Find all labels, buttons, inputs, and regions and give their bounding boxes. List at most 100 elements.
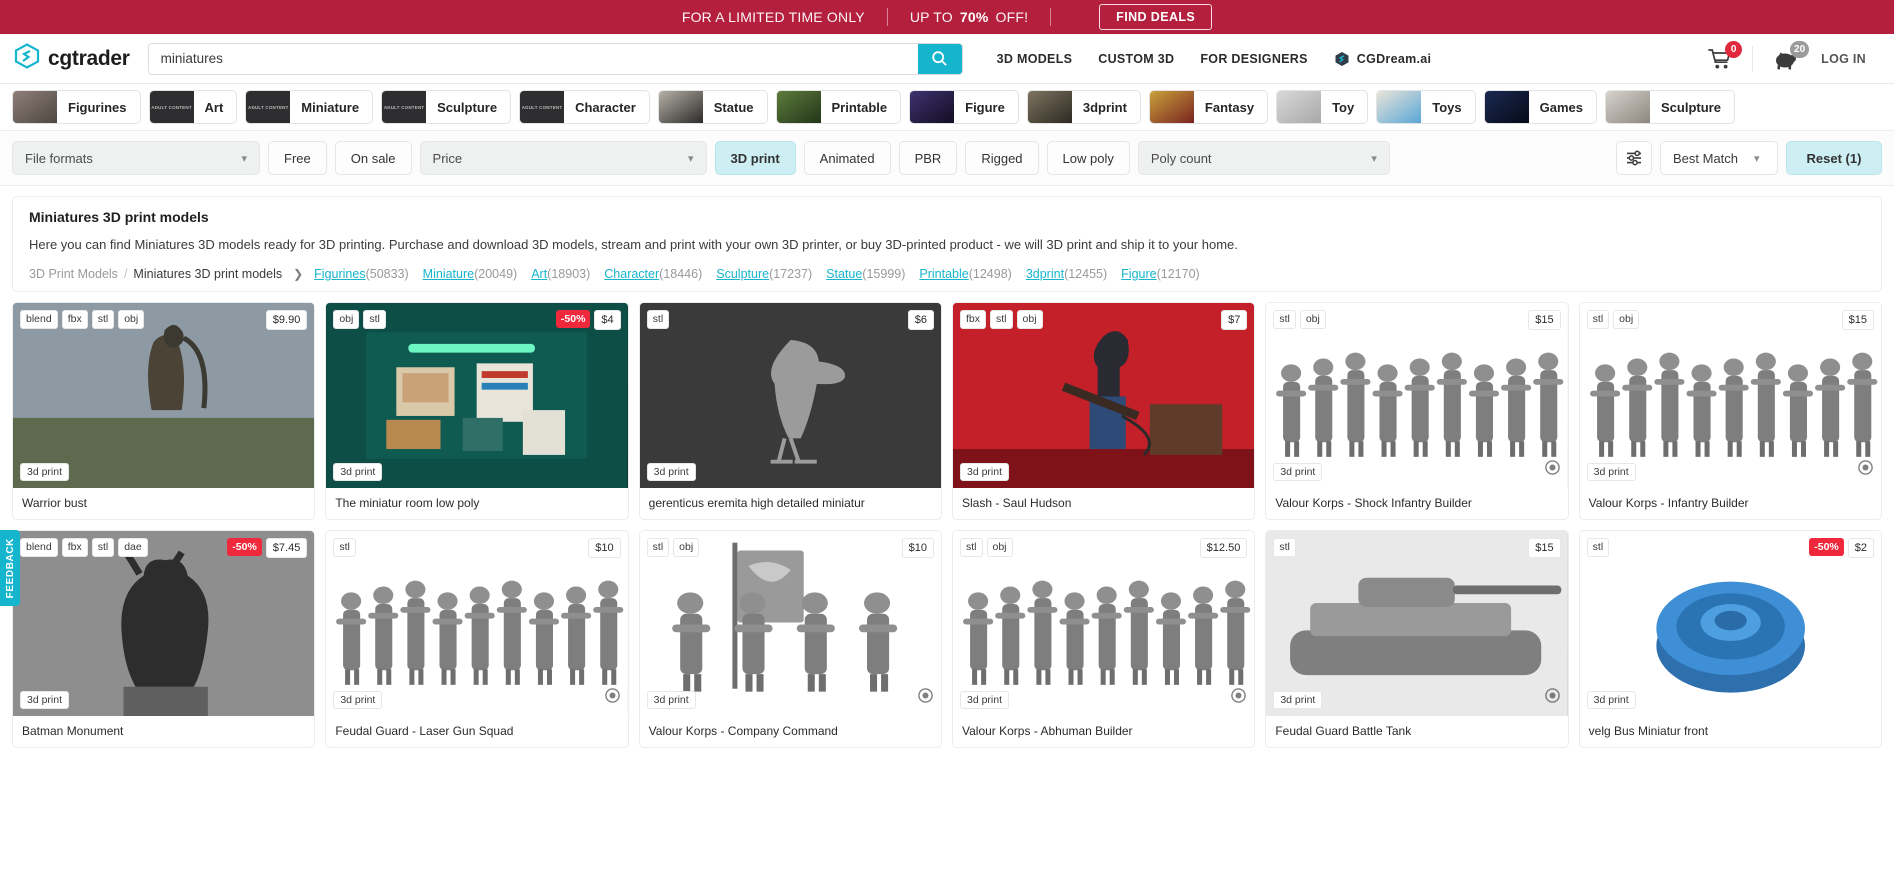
format-badge-group: stl (1273, 538, 1296, 557)
product-thumbnail[interactable]: stl$153d print (1266, 531, 1567, 716)
category-chip-label: Figure (954, 100, 1018, 115)
category-chip-games[interactable]: Games (1484, 90, 1597, 124)
filter-price[interactable]: Price ▾ (420, 141, 707, 175)
reset-filters-button[interactable]: Reset (1) (1786, 141, 1882, 175)
filter-free[interactable]: Free (268, 141, 327, 175)
nav-for-designers[interactable]: FOR DESIGNERS (1200, 52, 1307, 66)
cgtrader-logo[interactable]: cgtrader (14, 43, 130, 74)
product-card[interactable]: stl-50%$23d printvelg Bus Miniatur front (1579, 530, 1882, 748)
product-title[interactable]: Feudal Guard Battle Tank (1266, 716, 1567, 747)
product-card[interactable]: stlobj$153d printValour Korps - Infantry… (1579, 302, 1882, 520)
product-thumbnail[interactable]: fbxstlobj$73d print (953, 303, 1254, 488)
product-title[interactable]: Valour Korps - Shock Infantry Builder (1266, 488, 1567, 519)
related-tag-link[interactable]: Sculpture (716, 267, 769, 281)
cart-button[interactable]: 0 (1694, 48, 1746, 70)
category-chip-statue[interactable]: Statue (658, 90, 768, 124)
feedback-tab[interactable]: FEEDBACK (0, 530, 20, 606)
category-chip-sculpture[interactable]: ADULT CONTENTSculpture (381, 90, 511, 124)
nav-custom-3d[interactable]: CUSTOM 3D (1098, 52, 1174, 66)
filter-poly-count[interactable]: Poly count ▾ (1138, 141, 1390, 175)
search-input[interactable] (149, 44, 918, 74)
product-thumbnail[interactable]: stlobj$103d print (640, 531, 941, 716)
product-title[interactable]: Warrior bust (13, 488, 314, 519)
search-bar[interactable] (148, 43, 963, 75)
sort-select[interactable]: Best Match ▾ (1660, 141, 1778, 175)
nav-cgdream-ai[interactable]: CGDream.ai (1334, 51, 1432, 67)
category-chip-miniature[interactable]: ADULT CONTENTMiniature (245, 90, 373, 124)
product-thumbnail[interactable]: stl$63d print (640, 303, 941, 488)
related-tag-link[interactable]: Art (531, 267, 547, 281)
product-title[interactable]: gerenticus eremita high detailed miniatu… (640, 488, 941, 519)
product-thumbnail[interactable]: stlobj$12.503d print (953, 531, 1254, 716)
format-badge-group: blendfbxstldae (20, 538, 148, 557)
advanced-filters-button[interactable] (1616, 141, 1652, 175)
credits-button[interactable]: 20 (1759, 48, 1813, 70)
related-tag-link[interactable]: 3dprint (1026, 267, 1064, 281)
category-chip-3dprint[interactable]: 3dprint (1027, 90, 1141, 124)
product-title[interactable]: Valour Korps - Abhuman Builder (953, 716, 1254, 747)
product-title[interactable]: The miniatur room low poly (326, 488, 627, 519)
site-header: cgtrader 3D MODELS CUSTOM 3D FOR DESIGNE… (0, 34, 1894, 84)
related-tag-link[interactable]: Printable (919, 267, 968, 281)
product-card[interactable]: stlobj$153d printValour Korps - Shock In… (1265, 302, 1568, 520)
category-chip-printable[interactable]: Printable (776, 90, 902, 124)
format-badge: stl (647, 538, 670, 557)
related-tag-link[interactable]: Miniature (423, 267, 474, 281)
product-title[interactable]: Valour Korps - Infantry Builder (1580, 488, 1881, 519)
category-chip-sculpture[interactable]: Sculpture (1605, 90, 1735, 124)
breadcrumb-root[interactable]: 3D Print Models (29, 267, 118, 281)
nav-3d-models[interactable]: 3D MODELS (997, 52, 1073, 66)
related-tag-link[interactable]: Character (604, 267, 659, 281)
product-thumbnail[interactable]: blendfbxstlobj$9.903d print (13, 303, 314, 488)
price-group: $15 (1528, 538, 1560, 558)
product-card[interactable]: stlobj$103d printValour Korps - Company … (639, 530, 942, 748)
category-chip-art[interactable]: ADULT CONTENTArt (149, 90, 238, 124)
category-chip-figure[interactable]: Figure (909, 90, 1019, 124)
category-chip-row[interactable]: FigurinesADULT CONTENTArtADULT CONTENTMi… (0, 84, 1894, 130)
category-chip-toys[interactable]: Toys (1376, 90, 1475, 124)
product-card[interactable]: blendfbxstldae-50%$7.453d printBatman Mo… (12, 530, 315, 748)
category-chip-figurines[interactable]: Figurines (12, 90, 141, 124)
product-card[interactable]: blendfbxstlobj$9.903d printWarrior bust (12, 302, 315, 520)
find-deals-button[interactable]: FIND DEALS (1099, 4, 1212, 30)
product-card[interactable]: stlobj$12.503d printValour Korps - Abhum… (952, 530, 1255, 748)
product-card[interactable]: objstl-50%$43d printThe miniatur room lo… (325, 302, 628, 520)
category-chip-toy[interactable]: Toy (1276, 90, 1368, 124)
product-thumbnail[interactable]: stlobj$153d print (1580, 303, 1881, 488)
filter-on-sale[interactable]: On sale (335, 141, 412, 175)
product-title[interactable]: velg Bus Miniatur front (1580, 716, 1881, 747)
filter-low-poly[interactable]: Low poly (1047, 141, 1130, 175)
category-chip-fantasy[interactable]: Fantasy (1149, 90, 1268, 124)
related-tag-link[interactable]: Figurines (314, 267, 365, 281)
category-chip-character[interactable]: ADULT CONTENTCharacter (519, 90, 650, 124)
related-tag-link[interactable]: Figure (1121, 267, 1156, 281)
product-thumbnail[interactable]: blendfbxstldae-50%$7.453d print (13, 531, 314, 716)
related-tag-link[interactable]: Statue (826, 267, 862, 281)
product-card[interactable]: stl$63d printgerenticus eremita high det… (639, 302, 942, 520)
filter-3d-print[interactable]: 3D print (715, 141, 796, 175)
product-title[interactable]: Feudal Guard - Laser Gun Squad (326, 716, 627, 747)
product-grid: blendfbxstlobj$9.903d printWarrior busto… (0, 292, 1894, 748)
category-chip-thumbnail (1150, 91, 1194, 123)
filter-rigged[interactable]: Rigged (965, 141, 1038, 175)
filter-pbr[interactable]: PBR (899, 141, 958, 175)
product-thumbnail[interactable]: stlobj$153d print (1266, 303, 1567, 488)
product-thumbnail[interactable]: stl$103d print (326, 531, 627, 716)
product-card[interactable]: stl$103d printFeudal Guard - Laser Gun S… (325, 530, 628, 748)
format-badge: obj (1017, 310, 1043, 329)
price-group: -50%$7.45 (227, 538, 307, 558)
related-tag-count: (20049) (474, 267, 517, 281)
product-thumbnail[interactable]: objstl-50%$43d print (326, 303, 627, 488)
product-card[interactable]: fbxstlobj$73d printSlash - Saul Hudson (952, 302, 1255, 520)
product-title[interactable]: Batman Monument (13, 716, 314, 747)
product-title[interactable]: Valour Korps - Company Command (640, 716, 941, 747)
product-card[interactable]: stl$153d printFeudal Guard Battle Tank (1265, 530, 1568, 748)
print-type-badge: 3d print (1587, 463, 1636, 481)
product-thumbnail[interactable]: stl-50%$23d print (1580, 531, 1881, 716)
promo-up-to-label: UP TO (910, 9, 953, 25)
search-submit-button[interactable] (918, 44, 962, 74)
filter-animated[interactable]: Animated (804, 141, 891, 175)
product-title[interactable]: Slash - Saul Hudson (953, 488, 1254, 519)
login-button[interactable]: LOG IN (1813, 52, 1880, 66)
filter-file-formats[interactable]: File formats ▾ (12, 141, 260, 175)
